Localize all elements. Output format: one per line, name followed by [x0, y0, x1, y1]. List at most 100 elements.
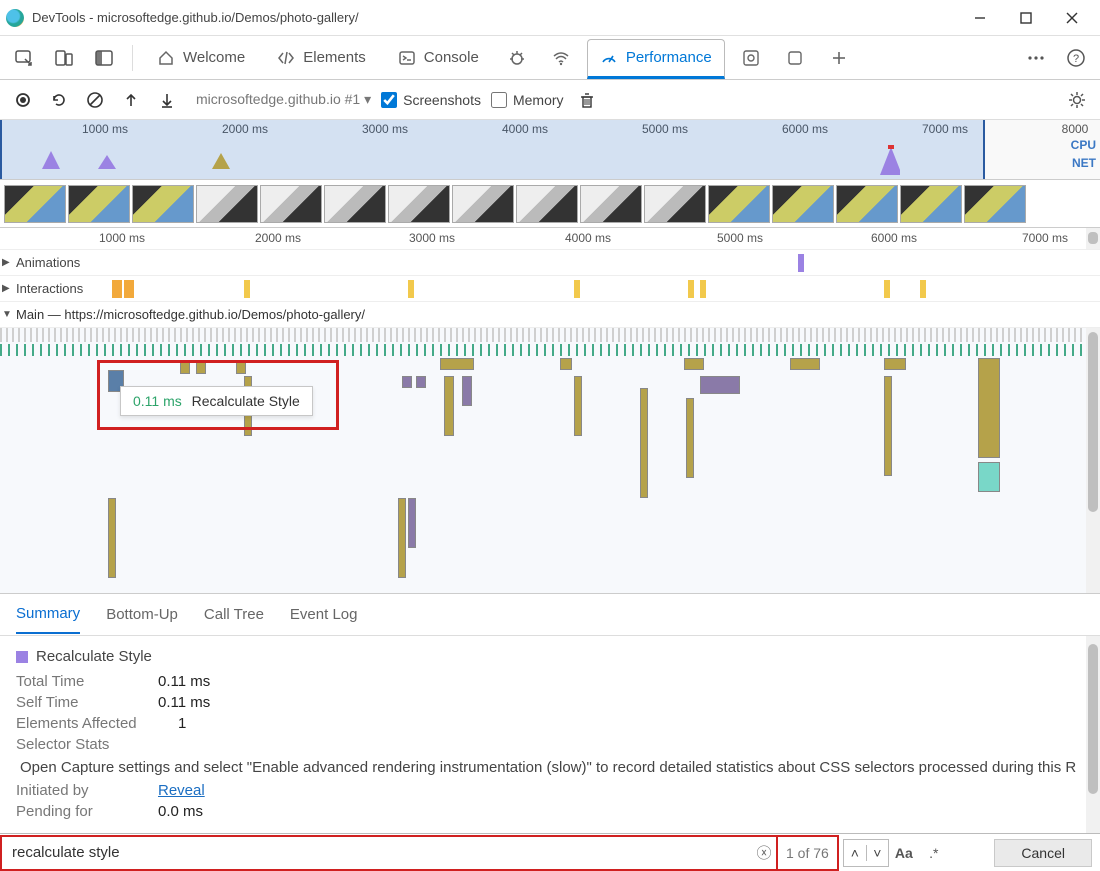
- screenshots-checkbox[interactable]: Screenshots: [381, 92, 481, 108]
- screenshot-thumb[interactable]: [196, 185, 258, 223]
- tab-bottom-up[interactable]: Bottom-Up: [106, 596, 178, 633]
- flame-vertical-scrollbar[interactable]: [1086, 328, 1100, 593]
- animations-track[interactable]: ▶ Animations: [0, 250, 1100, 276]
- tab-call-tree[interactable]: Call Tree: [204, 596, 264, 633]
- interaction-bar[interactable]: [688, 280, 694, 298]
- interaction-bar[interactable]: [124, 280, 134, 298]
- screenshot-thumb[interactable]: [388, 185, 450, 223]
- tab-summary[interactable]: Summary: [16, 595, 80, 634]
- chevron-down-icon[interactable]: ▼: [2, 309, 12, 320]
- tab-add[interactable]: [821, 38, 857, 78]
- upload-profile-button[interactable]: [118, 87, 144, 113]
- task-bar[interactable]: [402, 376, 412, 388]
- task-bar[interactable]: [108, 498, 116, 578]
- recording-selector[interactable]: microsoftedge.github.io #1 ▾: [196, 91, 371, 108]
- search-prev-button[interactable]: ˄: [844, 845, 866, 861]
- tab-welcome[interactable]: Welcome: [145, 38, 257, 78]
- main-thread-track[interactable]: ▼ Main — https://microsoftedge.github.io…: [0, 302, 1100, 328]
- flame-chart[interactable]: 0.11 ms Recalculate Style: [0, 328, 1100, 594]
- task-bar[interactable]: [416, 376, 426, 388]
- task-bar[interactable]: [640, 388, 648, 498]
- download-profile-button[interactable]: [154, 87, 180, 113]
- screenshot-thumb[interactable]: [452, 185, 514, 223]
- task-bar[interactable]: [684, 358, 704, 370]
- task-bar[interactable]: [398, 498, 406, 578]
- search-input[interactable]: [2, 837, 752, 869]
- screenshot-thumb[interactable]: [772, 185, 834, 223]
- task-bar[interactable]: [560, 358, 572, 370]
- memory-checkbox-input[interactable]: [491, 92, 507, 108]
- task-bar[interactable]: [978, 462, 1000, 492]
- screenshot-thumb[interactable]: [644, 185, 706, 223]
- screenshots-filmstrip[interactable]: [0, 180, 1100, 228]
- search-next-button[interactable]: ˅: [866, 845, 888, 861]
- task-bar[interactable]: [408, 498, 416, 548]
- screenshots-checkbox-input[interactable]: [381, 92, 397, 108]
- interaction-bar[interactable]: [408, 280, 414, 298]
- capture-settings-button[interactable]: [1064, 87, 1090, 113]
- clear-search-icon[interactable]: ⓧ: [752, 842, 776, 863]
- task-bar[interactable]: [884, 358, 906, 370]
- task-bar[interactable]: [440, 358, 474, 370]
- task-bar[interactable]: [700, 376, 740, 394]
- device-toolbar-icon[interactable]: [48, 42, 80, 74]
- tab-issues[interactable]: [499, 38, 535, 78]
- tab-console[interactable]: Console: [386, 38, 491, 78]
- tab-elements[interactable]: Elements: [265, 38, 378, 78]
- task-bar[interactable]: [574, 376, 582, 436]
- screenshot-thumb[interactable]: [964, 185, 1026, 223]
- reveal-link[interactable]: Reveal: [158, 782, 205, 799]
- tab-network-conditions[interactable]: [543, 38, 579, 78]
- chevron-right-icon[interactable]: ▶: [2, 257, 10, 268]
- interaction-bar[interactable]: [574, 280, 580, 298]
- task-bar[interactable]: [444, 376, 454, 436]
- task-bar[interactable]: [978, 358, 1000, 458]
- flame-scrollbar[interactable]: [1086, 228, 1100, 249]
- tab-detached[interactable]: [777, 38, 813, 78]
- task-bar[interactable]: [462, 376, 472, 406]
- screenshot-thumb[interactable]: [4, 185, 66, 223]
- interaction-bar[interactable]: [112, 280, 122, 298]
- collect-garbage-button[interactable]: [574, 87, 600, 113]
- interaction-bar[interactable]: [798, 254, 804, 272]
- tab-event-log[interactable]: Event Log: [290, 596, 358, 633]
- screenshot-thumb[interactable]: [68, 185, 130, 223]
- screenshot-thumb[interactable]: [580, 185, 642, 223]
- reload-record-button[interactable]: [46, 87, 72, 113]
- interaction-bar[interactable]: [244, 280, 250, 298]
- regex-toggle[interactable]: .*: [919, 845, 949, 861]
- cancel-search-button[interactable]: Cancel: [994, 839, 1092, 867]
- screenshot-thumb[interactable]: [900, 185, 962, 223]
- task-bar[interactable]: [790, 358, 820, 370]
- memory-label: Memory: [513, 92, 564, 108]
- task-bar[interactable]: [686, 398, 694, 478]
- match-case-toggle[interactable]: Aa: [889, 845, 919, 861]
- overview-selection[interactable]: [0, 120, 985, 179]
- tab-settings-shortcut[interactable]: [733, 38, 769, 78]
- more-options-icon[interactable]: [1020, 42, 1052, 74]
- window-close-button[interactable]: [1060, 6, 1084, 30]
- screenshot-thumb[interactable]: [708, 185, 770, 223]
- screenshot-thumb[interactable]: [132, 185, 194, 223]
- timeline-overview[interactable]: 1000 ms 2000 ms 3000 ms 4000 ms 5000 ms …: [0, 120, 1100, 180]
- interaction-bar[interactable]: [920, 280, 926, 298]
- screenshot-thumb[interactable]: [260, 185, 322, 223]
- screenshot-thumb[interactable]: [324, 185, 386, 223]
- interaction-bar[interactable]: [700, 280, 706, 298]
- record-button[interactable]: [10, 87, 36, 113]
- window-maximize-button[interactable]: [1014, 6, 1038, 30]
- screenshot-thumb[interactable]: [836, 185, 898, 223]
- window-minimize-button[interactable]: [968, 6, 992, 30]
- memory-checkbox[interactable]: Memory: [491, 92, 564, 108]
- screenshot-thumb[interactable]: [516, 185, 578, 223]
- dock-side-icon[interactable]: [88, 42, 120, 74]
- chevron-right-icon[interactable]: ▶: [2, 283, 10, 294]
- summary-scrollbar[interactable]: [1086, 636, 1100, 846]
- interactions-track[interactable]: ▶ Interactions: [0, 276, 1100, 302]
- interaction-bar[interactable]: [884, 280, 890, 298]
- clear-button[interactable]: [82, 87, 108, 113]
- task-bar[interactable]: [884, 376, 892, 476]
- tab-performance[interactable]: Performance: [587, 39, 725, 79]
- help-icon[interactable]: ?: [1060, 42, 1092, 74]
- inspect-element-icon[interactable]: [8, 42, 40, 74]
